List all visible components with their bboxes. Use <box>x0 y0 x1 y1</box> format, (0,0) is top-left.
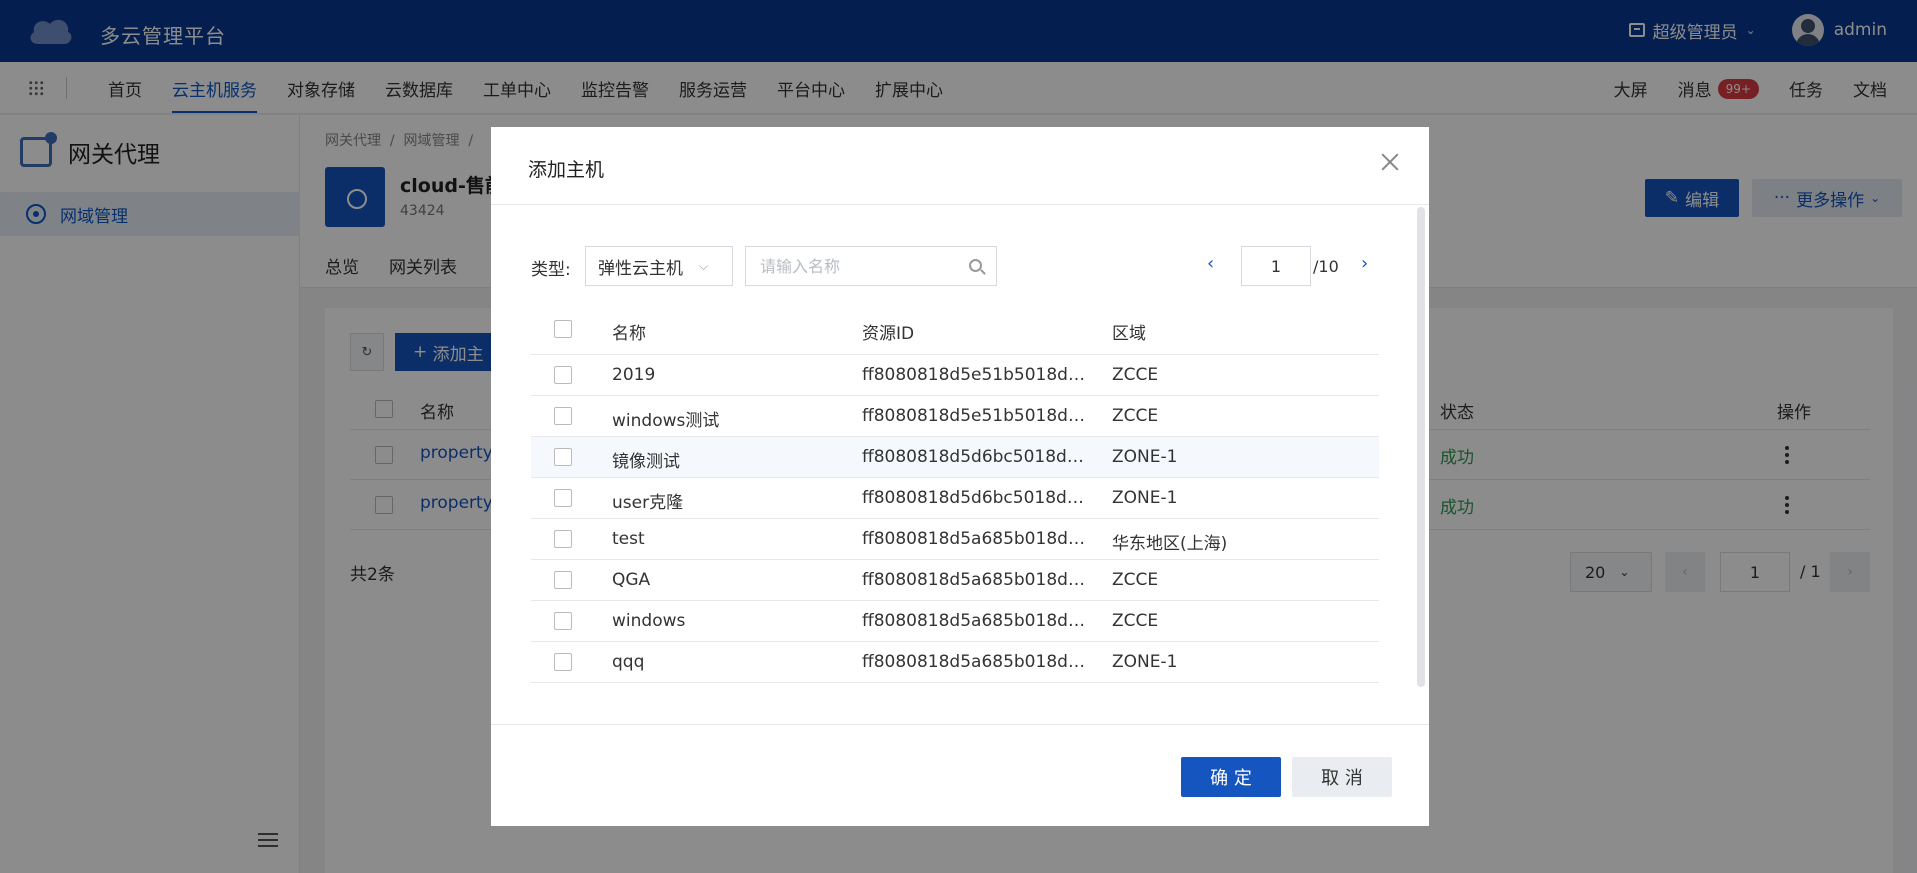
row-checkbox[interactable] <box>554 653 572 671</box>
row-name: test <box>612 529 645 549</box>
row-zone: 华东地区(上海) <box>1112 534 1228 554</box>
row-checkbox[interactable] <box>554 448 572 466</box>
confirm-button[interactable]: 确 定 <box>1181 757 1281 797</box>
table-row[interactable]: test ff8080818d5a685b018d5d5... 华东地区(上海) <box>531 519 1379 560</box>
row-checkbox[interactable] <box>554 530 572 548</box>
table-row[interactable]: QGA ff8080818d5a685b018d5d3... ZCCE <box>531 560 1379 601</box>
chevron-right-icon[interactable]: › <box>1361 253 1368 274</box>
column-name: 名称 <box>612 324 646 344</box>
dialog-scrollbar[interactable] <box>1417 207 1425 687</box>
search-icon[interactable] <box>969 259 982 272</box>
type-value: 弹性云主机 <box>598 258 683 279</box>
row-name: qqq <box>612 652 645 672</box>
table-row[interactable]: 2019 ff8080818d5e51b5018d5e5... ZCCE <box>531 355 1379 396</box>
row-resource-id: ff8080818d5e51b5018d5e5... <box>862 365 1092 385</box>
search-field[interactable] <box>745 246 997 286</box>
chevron-down-icon: ⌵ <box>699 258 709 273</box>
row-resource-id: ff8080818d5d6bc5018d5d8... <box>862 488 1092 508</box>
table-row[interactable]: 镜像测试 ff8080818d5d6bc5018d5db... ZONE-1 <box>531 437 1379 478</box>
search-input[interactable] <box>758 256 958 277</box>
row-name: windows <box>612 611 686 631</box>
row-checkbox[interactable] <box>554 407 572 425</box>
row-zone: ZONE-1 <box>1112 447 1178 467</box>
table-row[interactable]: user克隆 ff8080818d5d6bc5018d5d8... ZONE-1 <box>531 478 1379 519</box>
row-name: user克隆 <box>612 493 684 513</box>
row-name: QGA <box>612 570 651 590</box>
table-row[interactable]: qqq ff8080818d5a685b018d5a8... ZONE-1 <box>531 642 1379 683</box>
type-select[interactable]: 弹性云主机 ⌵ <box>585 246 733 286</box>
row-resource-id: ff8080818d5d6bc5018d5db... <box>862 447 1092 467</box>
column-zone: 区域 <box>1112 324 1146 344</box>
row-checkbox[interactable] <box>554 612 572 630</box>
type-label: 类型: <box>531 260 571 280</box>
footer-divider <box>491 724 1429 725</box>
dialog-page-total: /10 <box>1313 257 1339 276</box>
row-resource-id: ff8080818d5e51b5018d5e5... <box>862 406 1092 426</box>
column-resource-id: 资源ID <box>862 324 915 344</box>
row-zone: ZCCE <box>1112 611 1159 631</box>
row-checkbox[interactable] <box>554 366 572 384</box>
row-zone: ZONE-1 <box>1112 488 1178 508</box>
row-zone: ZCCE <box>1112 406 1159 426</box>
row-resource-id: ff8080818d5a685b018d5a8... <box>862 652 1092 672</box>
table-header: 名称 资源ID 区域 <box>531 305 1379 355</box>
host-select-table: 名称 资源ID 区域 2019 ff8080818d5e51b5018d5e5..… <box>531 305 1379 720</box>
row-name: windows测试 <box>612 411 720 431</box>
dialog-title: 添加主机 <box>528 159 605 181</box>
row-resource-id: ff8080818d5a685b018d5d3... <box>862 611 1092 631</box>
row-zone: ZONE-1 <box>1112 652 1178 672</box>
dialog-divider <box>491 204 1429 205</box>
row-zone: ZCCE <box>1112 570 1159 590</box>
chevron-left-icon[interactable]: ‹ <box>1207 253 1214 274</box>
row-resource-id: ff8080818d5a685b018d5d3... <box>862 570 1092 590</box>
select-all-checkbox[interactable] <box>554 320 572 338</box>
row-checkbox[interactable] <box>554 571 572 589</box>
close-icon[interactable] <box>1379 151 1401 173</box>
table-row[interactable]: windows ff8080818d5a685b018d5d3... ZCCE <box>531 601 1379 642</box>
row-name: 镜像测试 <box>612 452 680 472</box>
row-zone: ZCCE <box>1112 365 1159 385</box>
row-checkbox[interactable] <box>554 489 572 507</box>
table-row[interactable]: windows测试 ff8080818d5e51b5018d5e5... ZCCE <box>531 396 1379 437</box>
row-resource-id: ff8080818d5a685b018d5d5... <box>862 529 1092 549</box>
row-name: 2019 <box>612 365 656 385</box>
cancel-button[interactable]: 取 消 <box>1292 757 1392 797</box>
add-host-dialog: 添加主机 类型: 弹性云主机 ⌵ ‹ 1 /10 › 名称 资源ID 区域 20… <box>491 127 1429 826</box>
dialog-page-input[interactable]: 1 <box>1241 246 1311 286</box>
